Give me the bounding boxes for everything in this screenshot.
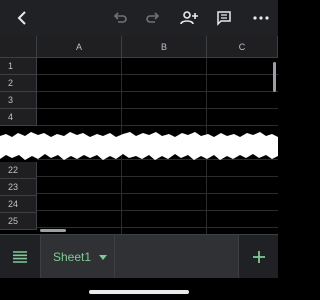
comment-icon[interactable] xyxy=(212,6,236,30)
sheet-tab-sheet1[interactable]: Sheet1 xyxy=(40,235,115,279)
chevron-down-icon[interactable] xyxy=(99,254,108,260)
column-header-b[interactable]: B xyxy=(122,36,207,58)
row-header-3[interactable]: 3 xyxy=(0,92,37,109)
all-sheets-menu-icon[interactable] xyxy=(0,235,40,279)
spreadsheet-grid[interactable]: A B C 1 2 3 4 22 23 24 25 xyxy=(0,36,278,234)
row-header-24[interactable]: 24 xyxy=(0,196,37,213)
horizontal-scrollbar[interactable] xyxy=(40,229,66,232)
undo-icon[interactable] xyxy=(108,6,132,30)
select-all-corner[interactable] xyxy=(0,36,37,58)
row-header-23[interactable]: 23 xyxy=(0,179,37,196)
add-person-icon[interactable] xyxy=(177,6,201,30)
row-header-1[interactable]: 1 xyxy=(0,58,37,75)
add-sheet-icon[interactable] xyxy=(238,235,278,279)
more-icon[interactable] xyxy=(249,6,273,30)
vertical-scrollbar[interactable] xyxy=(273,62,276,92)
row-header-25[interactable]: 25 xyxy=(0,213,37,230)
torn-edge-divider xyxy=(0,132,278,160)
top-toolbar xyxy=(0,0,278,36)
back-icon[interactable] xyxy=(10,6,34,30)
row-header-4[interactable]: 4 xyxy=(0,109,37,126)
sheet-tab-empty-area xyxy=(115,235,238,279)
sheet-tab-label: Sheet1 xyxy=(53,250,92,264)
row-header-2[interactable]: 2 xyxy=(0,75,37,92)
home-indicator[interactable] xyxy=(89,290,189,294)
home-indicator-area xyxy=(0,278,278,300)
column-header-a[interactable]: A xyxy=(37,36,122,58)
column-header-c[interactable]: C xyxy=(207,36,278,58)
redo-icon[interactable] xyxy=(141,6,165,30)
sheet-tab-bar: Sheet1 xyxy=(0,234,278,279)
